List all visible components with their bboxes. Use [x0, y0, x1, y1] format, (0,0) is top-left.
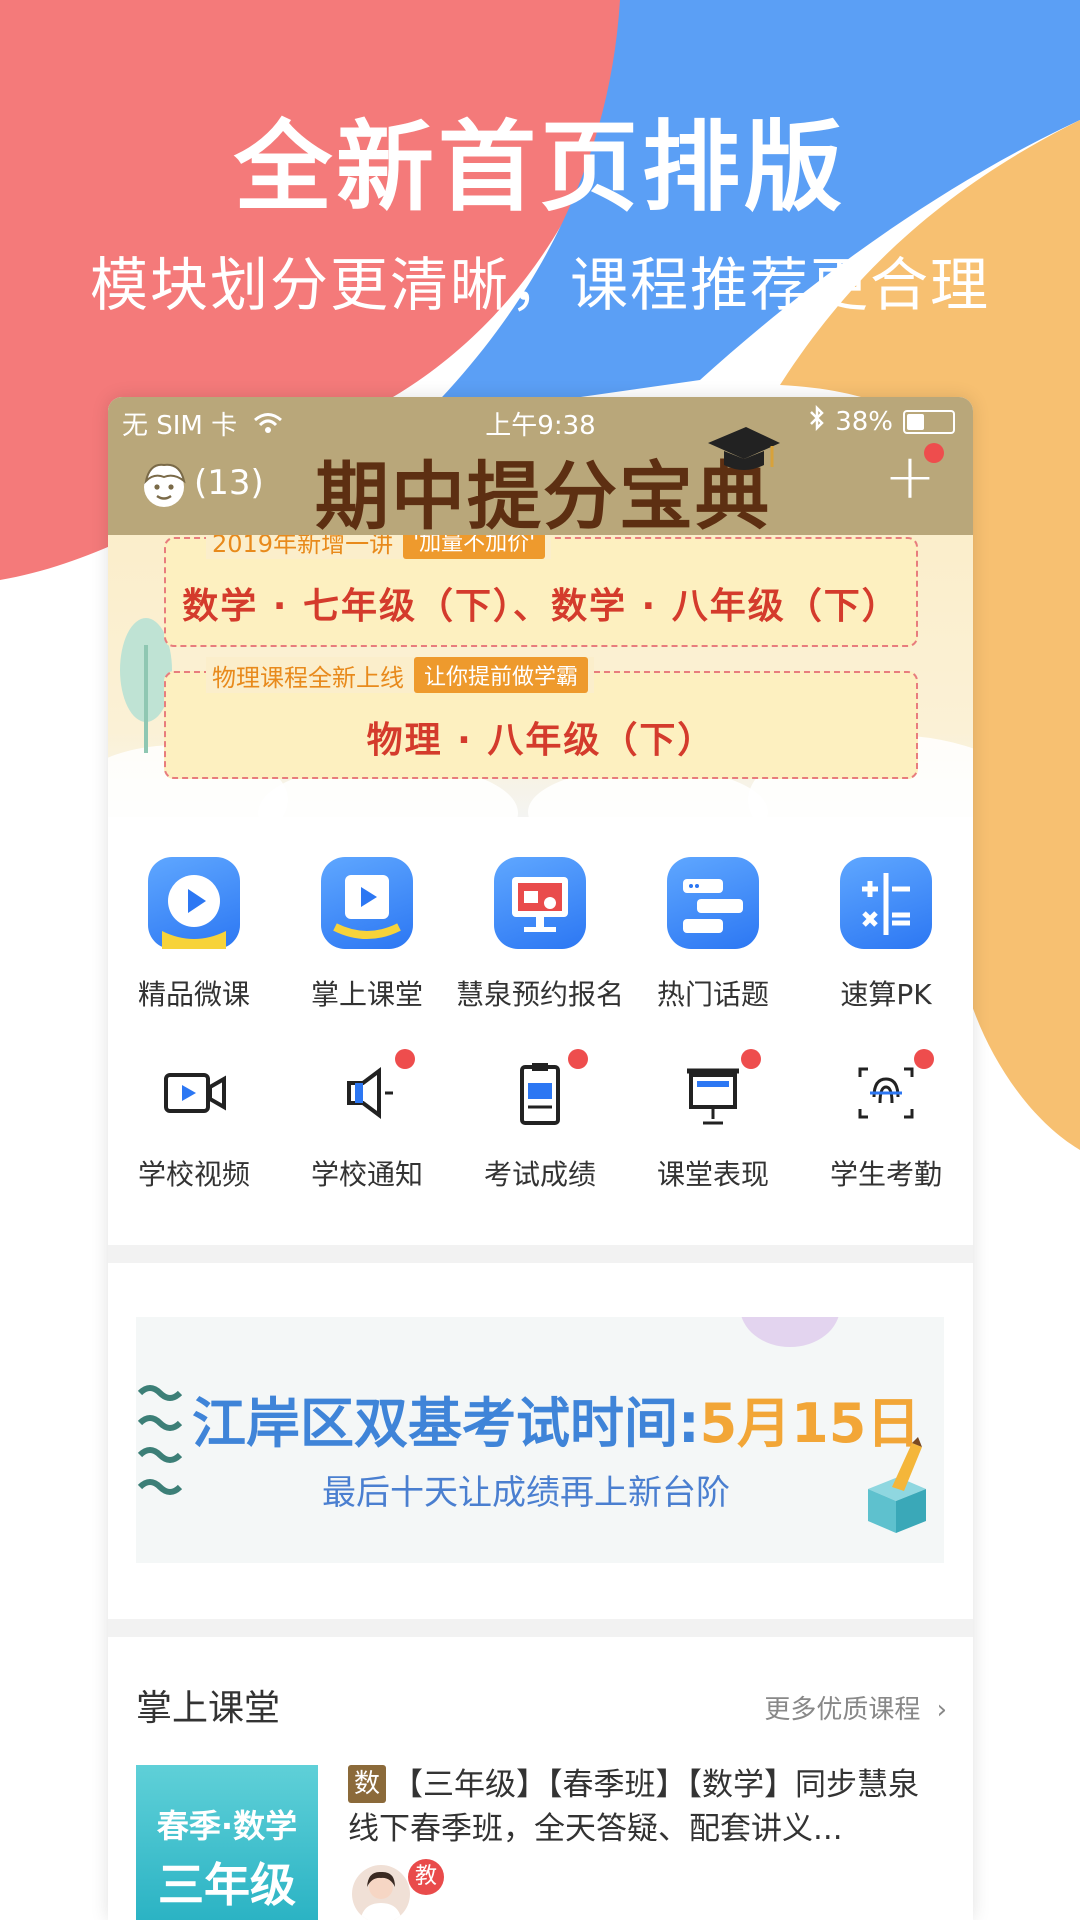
- notification-dot: [395, 1049, 415, 1069]
- battery-icon: [903, 409, 955, 434]
- section-divider: [108, 1245, 973, 1263]
- purple-circle-decoration: [740, 1317, 840, 1347]
- section-title: 掌上课堂: [136, 1688, 281, 1729]
- subject-badge: 数: [348, 1765, 386, 1803]
- app-label: 精品微课: [137, 978, 250, 1011]
- notification-dot: [924, 443, 944, 463]
- calculator-icon: [840, 857, 932, 949]
- app-label: 课堂表现: [656, 1158, 769, 1191]
- promo-course-text: 数学 · 七年级（下）、数学 · 八年级（下）: [182, 586, 900, 627]
- phone-screen: 无 SIM 卡 上午9:38 38% (13) 期中提分宝典 + 2019年新增…: [108, 397, 973, 1920]
- promo-title: 全新首页排版: [233, 111, 846, 225]
- more-courses-label: 更多优质课程: [764, 1695, 921, 1725]
- status-right: 38%: [809, 404, 955, 438]
- promo-tag: 物理课程全新上线 让你提前做学霸: [206, 657, 595, 693]
- app-label: 掌上课堂: [310, 978, 423, 1011]
- notification-dot: [741, 1049, 761, 1069]
- play-icon: [148, 857, 240, 949]
- bluetooth-icon: [809, 404, 825, 438]
- thumbnail-subject: 春季·数学: [156, 1807, 298, 1845]
- chat-icon: [667, 857, 759, 949]
- promo-tag-label: 2019年新增一讲: [212, 535, 394, 558]
- app-label: 学校通知: [310, 1158, 423, 1191]
- promo-tag-label: 物理课程全新上线: [212, 663, 404, 692]
- video-camera-icon: [148, 1053, 240, 1145]
- battery-percent: 38%: [835, 406, 893, 437]
- graduation-cap-icon: [708, 427, 780, 470]
- chevron-right-icon: ›: [936, 1695, 947, 1725]
- section-divider: [108, 1619, 973, 1637]
- app-header: 无 SIM 卡 上午9:38 38% (13) 期中提分宝典 +: [108, 397, 973, 540]
- exam-ad-banner[interactable]: 江岸区双基考试时间:5月15日 最后十天让成绩再上新台阶: [136, 1317, 944, 1563]
- app-label: 热门话题: [656, 978, 769, 1011]
- teacher-avatar: [352, 1865, 410, 1920]
- promo-subtitle: 模块划分更清晰，课程推荐更合理: [89, 251, 990, 319]
- more-courses-link[interactable]: 更多优质课程 ›: [764, 1689, 947, 1726]
- course-thumbnail[interactable]: 春季·数学 三年级: [136, 1765, 318, 1920]
- promo-banner[interactable]: 2019年新增一讲 '加量不加价' 数学 · 七年级（下）、数学 · 八年级（下…: [108, 535, 973, 817]
- app-label: 速算PK: [840, 978, 932, 1011]
- ad-title: 江岸区双基考试时间:5月15日: [192, 1379, 920, 1458]
- avatar-icon[interactable]: [138, 459, 190, 511]
- wave-decoration: [137, 1385, 182, 1495]
- promo-card-math[interactable]: 2019年新增一讲 '加量不加价' 数学 · 七年级（下）、数学 · 八年级（下…: [164, 535, 918, 647]
- monitor-icon: [494, 857, 586, 949]
- promo-badge: '加量不加价': [403, 535, 546, 559]
- promo-course-text: 物理 · 八年级（下）: [366, 720, 716, 761]
- promo-card-physics[interactable]: 物理课程全新上线 让你提前做学霸 物理 · 八年级（下）: [164, 657, 918, 779]
- notification-dot: [568, 1049, 588, 1069]
- notification-dot: [914, 1049, 934, 1069]
- ad-title-main: 江岸区双基考试时间:: [192, 1392, 700, 1455]
- teacher-badge: 教: [408, 1859, 444, 1895]
- course-title[interactable]: 【三年级】【春季班】【数学】同步慧泉线下春季班，全天答疑、配套讲义...: [348, 1763, 948, 1851]
- promo-badge: 让你提前做学霸: [414, 657, 589, 693]
- tablet-play-icon: [321, 857, 413, 949]
- app-label: 慧泉预约报名: [455, 978, 624, 1011]
- app-label: 考试成绩: [483, 1158, 596, 1191]
- app-label: 学校视频: [137, 1158, 250, 1191]
- ad-subtitle: 最后十天让成绩再上新台阶: [322, 1473, 730, 1513]
- promo-tag: 2019年新增一讲 '加量不加价': [206, 535, 552, 559]
- pencil-box-icon: [868, 1437, 926, 1533]
- message-count[interactable]: (13): [194, 463, 264, 503]
- app-label: 学生考勤: [829, 1158, 942, 1191]
- thumbnail-grade: 三年级: [158, 1858, 296, 1912]
